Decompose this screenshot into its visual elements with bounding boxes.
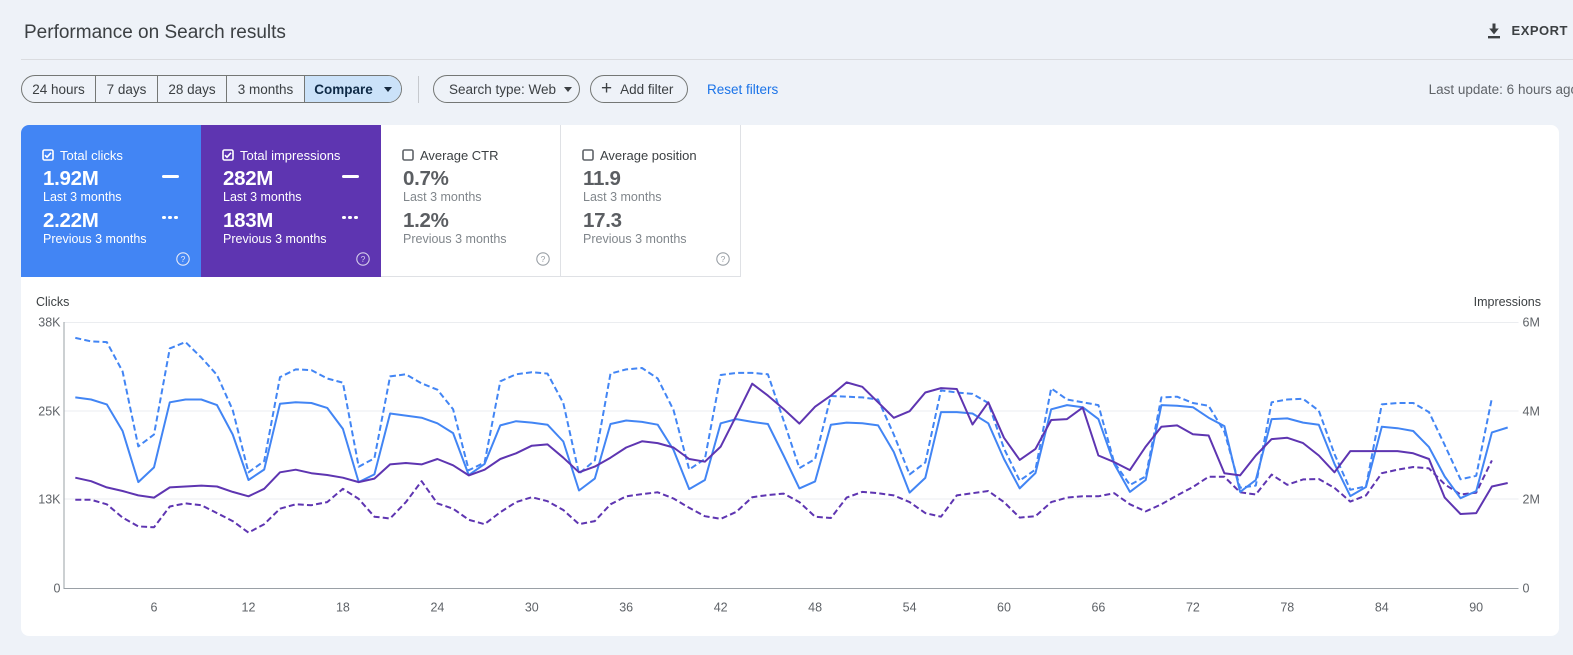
svg-text:?: ? xyxy=(541,254,546,264)
svg-text:0: 0 xyxy=(1523,582,1530,596)
svg-text:Impressions: Impressions xyxy=(1474,295,1541,309)
svg-text:?: ? xyxy=(181,254,186,264)
svg-text:54: 54 xyxy=(903,601,917,615)
svg-text:78: 78 xyxy=(1280,601,1294,615)
svg-text:42: 42 xyxy=(714,601,728,615)
svg-text:0: 0 xyxy=(54,582,61,596)
svg-text:4M: 4M xyxy=(1523,405,1540,419)
svg-text:60: 60 xyxy=(997,601,1011,615)
svg-text:Clicks: Clicks xyxy=(36,295,69,309)
svg-text:12: 12 xyxy=(242,601,256,615)
svg-text:?: ? xyxy=(721,254,726,264)
svg-text:?: ? xyxy=(361,254,366,264)
svg-text:48: 48 xyxy=(808,601,822,615)
svg-text:13K: 13K xyxy=(38,493,61,507)
svg-text:30: 30 xyxy=(525,601,539,615)
svg-text:84: 84 xyxy=(1375,601,1389,615)
svg-text:72: 72 xyxy=(1186,601,1200,615)
svg-text:66: 66 xyxy=(1091,601,1105,615)
svg-text:6M: 6M xyxy=(1523,316,1540,330)
svg-text:25K: 25K xyxy=(38,405,61,419)
svg-text:18: 18 xyxy=(336,601,350,615)
svg-text:36: 36 xyxy=(619,601,633,615)
svg-text:38K: 38K xyxy=(38,316,61,330)
svg-text:24: 24 xyxy=(430,601,444,615)
svg-text:90: 90 xyxy=(1469,601,1483,615)
svg-text:6: 6 xyxy=(151,601,158,615)
svg-text:2M: 2M xyxy=(1523,493,1540,507)
